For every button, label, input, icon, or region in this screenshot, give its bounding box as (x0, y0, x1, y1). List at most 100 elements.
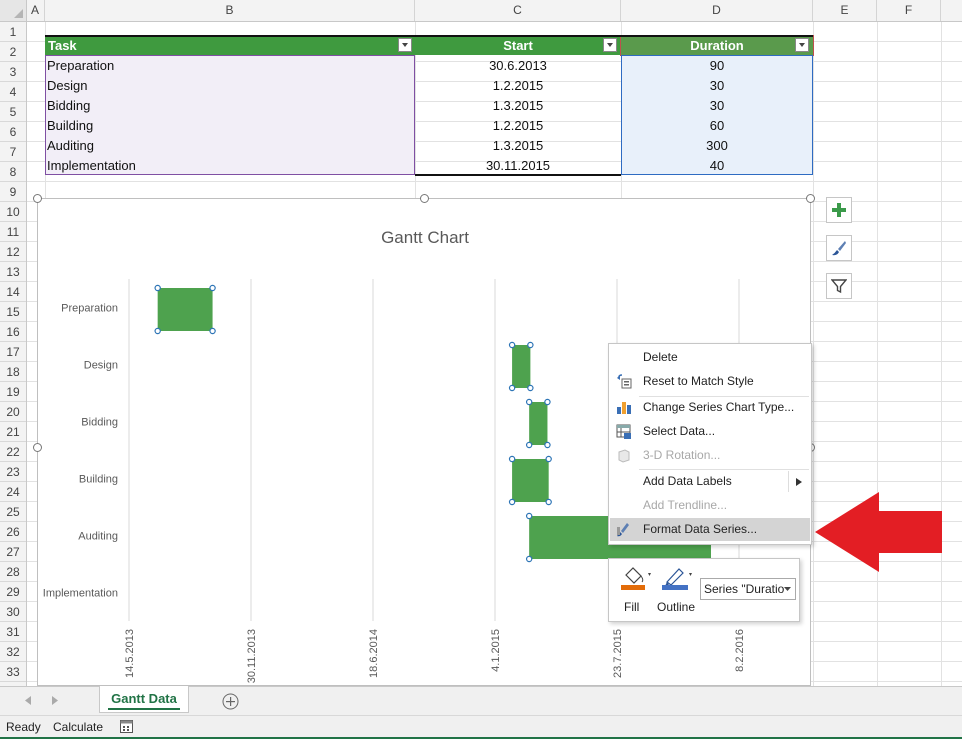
column-label: D (712, 3, 721, 17)
row-header-32[interactable]: 32 (0, 642, 26, 662)
row-header-22[interactable]: 22 (0, 442, 26, 462)
gantt-bar[interactable] (512, 459, 549, 502)
duration-cell[interactable]: 60 (621, 116, 813, 136)
chart-styles-button[interactable] (826, 235, 852, 261)
status-calculate[interactable]: Calculate (53, 720, 103, 734)
macro-record-icon[interactable] (120, 720, 134, 734)
row-header-33[interactable]: 33 (0, 662, 26, 682)
series-selector-dropdown[interactable]: Series "Duratio (700, 578, 796, 600)
gantt-bar[interactable] (512, 345, 531, 388)
row-header-19[interactable]: 19 (0, 382, 26, 402)
duration-cell[interactable]: 300 (621, 136, 813, 156)
y-category-label: Bidding (81, 417, 118, 429)
start-cell[interactable]: 1.2.2015 (415, 116, 621, 136)
duration-cell[interactable]: 30 (621, 96, 813, 116)
row-header-1[interactable]: 1 (0, 22, 26, 42)
duration-cell[interactable]: 40 (621, 156, 813, 176)
task-cell[interactable]: Auditing (47, 136, 413, 156)
row-header-9[interactable]: 9 (0, 182, 26, 202)
bar-selection-handle (545, 455, 552, 463)
y-category-label: Auditing (78, 531, 118, 543)
column-header-f[interactable]: F (877, 0, 941, 21)
red-arrow-annotation (815, 492, 942, 572)
task-cell[interactable]: Building (47, 116, 413, 136)
header-label: Duration (690, 38, 744, 53)
menu-item-delete[interactable]: Delete (610, 346, 810, 369)
row-header-21[interactable]: 21 (0, 422, 26, 442)
chart-resize-handle[interactable] (33, 443, 42, 452)
column-header-e[interactable]: E (813, 0, 877, 21)
row-header-30[interactable]: 30 (0, 602, 26, 622)
row-header-3[interactable]: 3 (0, 62, 26, 82)
row-header-7[interactable]: 7 (0, 142, 26, 162)
start-cell[interactable]: 30.6.2013 (415, 56, 621, 76)
row-header-16[interactable]: 16 (0, 322, 26, 342)
column-header-b[interactable]: B (45, 0, 415, 21)
start-cell[interactable]: 1.3.2015 (415, 96, 621, 116)
row-header-17[interactable]: 17 (0, 342, 26, 362)
start-cell[interactable]: 1.2.2015 (415, 76, 621, 96)
tab-scroll-left-icon[interactable] (25, 696, 31, 705)
menu-item-change-chart-type[interactable]: Change Series Chart Type... (610, 396, 810, 419)
row-header-10[interactable]: 10 (0, 202, 26, 222)
row-header-2[interactable]: 2 (0, 42, 26, 62)
row-header-29[interactable]: 29 (0, 582, 26, 602)
column-header-d[interactable]: D (621, 0, 813, 21)
task-cell[interactable]: Design (47, 76, 413, 96)
select-all-corner[interactable] (0, 0, 27, 21)
paint-bucket-icon (621, 567, 651, 590)
table-header-duration[interactable]: Duration (620, 35, 814, 56)
row-header-27[interactable]: 27 (0, 542, 26, 562)
fill-button[interactable]: Fill (617, 563, 657, 617)
filter-dropdown-icon[interactable] (398, 38, 412, 52)
chart-resize-handle[interactable] (420, 194, 429, 203)
row-header-28[interactable]: 28 (0, 562, 26, 582)
task-cell[interactable]: Preparation (47, 56, 413, 76)
duration-cell[interactable]: 30 (621, 76, 813, 96)
menu-item-reset-style[interactable]: Reset to Match Style (610, 370, 810, 393)
gantt-bar[interactable] (529, 402, 548, 445)
sheet-tab-gantt-data[interactable]: Gantt Data (99, 686, 189, 713)
chart-resize-handle[interactable] (33, 194, 42, 203)
series-selector-value: Series "Duratio (704, 582, 785, 596)
table-header-task[interactable]: Task (45, 36, 415, 55)
start-cell[interactable]: 1.3.2015 (415, 136, 621, 156)
row-header-20[interactable]: 20 (0, 402, 26, 422)
row-header-14[interactable]: 14 (0, 282, 26, 302)
tab-scroll-right-icon[interactable] (52, 696, 58, 705)
row-header-6[interactable]: 6 (0, 122, 26, 142)
row-header-8[interactable]: 8 (0, 162, 26, 182)
row-header-4[interactable]: 4 (0, 82, 26, 102)
duration-cell[interactable]: 90 (621, 56, 813, 76)
chart-elements-button[interactable] (826, 197, 852, 223)
filter-dropdown-icon[interactable] (795, 38, 809, 52)
row-header-24[interactable]: 24 (0, 482, 26, 502)
chart-filters-button[interactable] (826, 273, 852, 299)
row-header-31[interactable]: 31 (0, 622, 26, 642)
task-cell[interactable]: Bidding (47, 96, 413, 116)
row-header-5[interactable]: 5 (0, 102, 26, 122)
menu-item-format-data-series[interactable]: Format Data Series... (610, 518, 810, 541)
menu-item-select-data[interactable]: Select Data... (610, 420, 810, 443)
start-cell[interactable]: 30.11.2015 (415, 156, 621, 176)
row-header-18[interactable]: 18 (0, 362, 26, 382)
table-top-border (45, 35, 813, 37)
row-header-13[interactable]: 13 (0, 262, 26, 282)
row-header-12[interactable]: 12 (0, 242, 26, 262)
gantt-bar[interactable] (157, 288, 213, 331)
column-header-a[interactable]: A (26, 0, 45, 21)
column-header-c[interactable]: C (415, 0, 621, 21)
row-header-11[interactable]: 11 (0, 222, 26, 242)
header-label: Task (48, 38, 77, 53)
row-header-25[interactable]: 25 (0, 502, 26, 522)
table-header-start[interactable]: Start (415, 36, 621, 55)
row-header-26[interactable]: 26 (0, 522, 26, 542)
filter-dropdown-icon[interactable] (603, 38, 617, 52)
row-header-15[interactable]: 15 (0, 302, 26, 322)
add-sheet-icon[interactable] (222, 693, 239, 710)
task-cell[interactable]: Implementation (47, 156, 413, 176)
menu-item-add-data-labels[interactable]: Add Data Labels (610, 470, 810, 493)
row-header-23[interactable]: 23 (0, 462, 26, 482)
outline-button[interactable]: Outline (655, 563, 699, 617)
chart-resize-handle[interactable] (806, 194, 815, 203)
